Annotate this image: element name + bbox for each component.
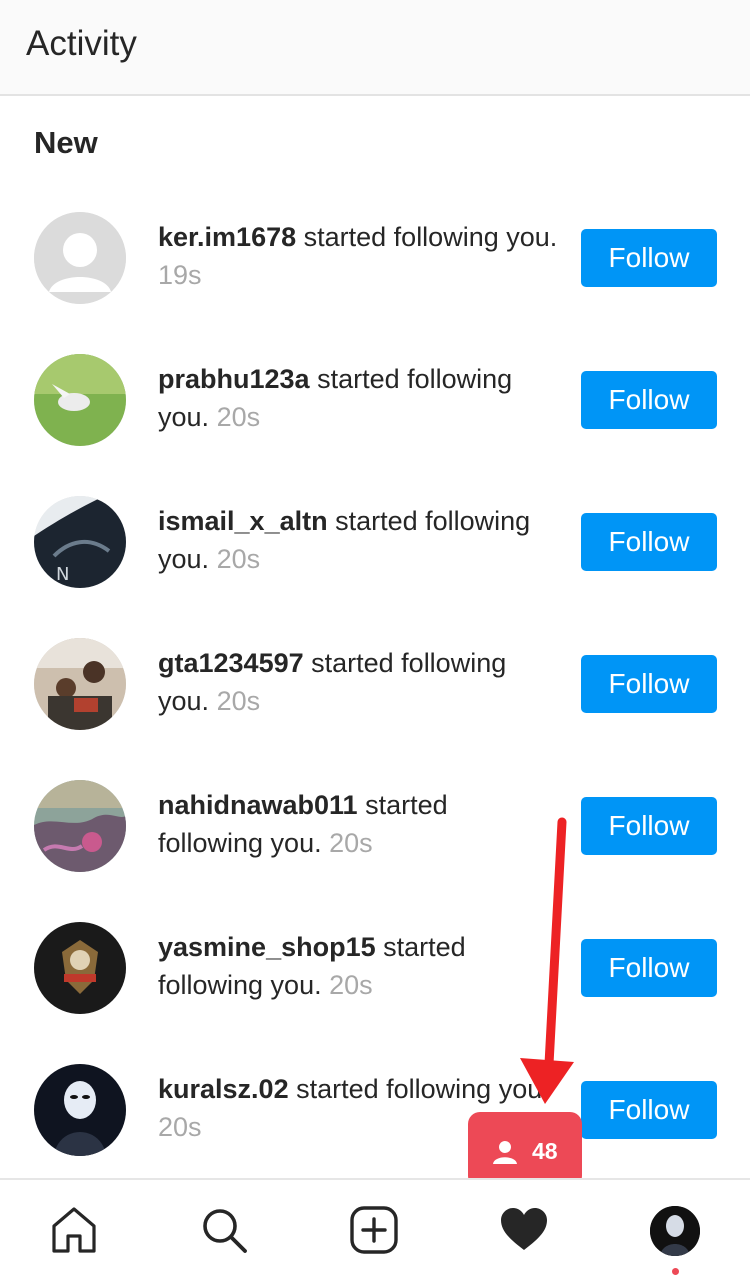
svg-text:N: N <box>56 564 69 585</box>
list-item[interactable]: nahidnawab011 started following you. 20s… <box>0 756 750 898</box>
username[interactable]: kuralsz.02 <box>158 1074 289 1104</box>
username[interactable]: nahidnawab011 <box>158 790 358 820</box>
notification-text: ker.im1678 started following you. 19s <box>158 218 558 294</box>
follow-button[interactable]: Follow <box>581 655 717 713</box>
notification-text: prabhu123a started following you. 20s <box>158 360 558 436</box>
username[interactable]: gta1234597 <box>158 648 304 678</box>
activity-feed: ker.im1678 started following you. 19s Fo… <box>0 188 750 1182</box>
avatar[interactable] <box>34 922 126 1014</box>
notification-text: gta1234597 started following you. 20s <box>158 644 558 720</box>
page-title: Activity <box>26 24 137 63</box>
avatar[interactable]: N <box>34 496 126 588</box>
follow-button[interactable]: Follow <box>581 513 717 571</box>
username[interactable]: ker.im1678 <box>158 222 296 252</box>
timestamp: 20s <box>216 402 261 432</box>
notification-text: ismail_x_altn started following you. 20s <box>158 502 558 578</box>
avatar[interactable] <box>34 212 126 304</box>
avatar[interactable] <box>34 354 126 446</box>
timestamp: 20s <box>329 970 373 1000</box>
person-icon <box>493 1141 517 1164</box>
list-item[interactable]: yasmine_shop15 started following you. 20… <box>0 898 750 1040</box>
notification-action: started following you. <box>288 1074 550 1104</box>
timestamp: 20s <box>329 828 373 858</box>
heart-icon[interactable] <box>498 1204 550 1256</box>
username[interactable]: yasmine_shop15 <box>158 932 376 962</box>
notification-text: nahidnawab011 started following you. 20s <box>158 786 558 862</box>
avatar[interactable] <box>34 1064 126 1156</box>
follow-button[interactable]: Follow <box>581 797 717 855</box>
follow-button[interactable]: Follow <box>581 229 717 287</box>
profile-avatar[interactable] <box>650 1206 700 1256</box>
timestamp: 19s <box>158 260 202 290</box>
timestamp: 20s <box>216 686 261 716</box>
notification-dot <box>672 1268 679 1275</box>
search-icon[interactable] <box>198 1204 250 1256</box>
follow-button[interactable]: Follow <box>581 939 717 997</box>
username[interactable]: prabhu123a <box>158 364 310 394</box>
list-item[interactable]: gta1234597 started following you. 20s Fo… <box>0 614 750 756</box>
follow-button[interactable]: Follow <box>581 1081 717 1139</box>
timestamp: 20s <box>216 544 261 574</box>
profile-icon <box>650 1206 700 1256</box>
notification-text: yasmine_shop15 started following you. 20… <box>158 928 558 1004</box>
notification-action: started following you. <box>296 222 558 252</box>
follow-button[interactable]: Follow <box>581 371 717 429</box>
avatar[interactable] <box>34 780 126 872</box>
list-item[interactable]: ker.im1678 started following you. 19s Fo… <box>0 188 750 330</box>
username[interactable]: ismail_x_altn <box>158 506 328 536</box>
avatar[interactable] <box>34 638 126 730</box>
timestamp: 20s <box>158 1112 202 1142</box>
bottom-nav <box>0 1178 750 1280</box>
header-bar: Activity <box>0 0 750 96</box>
list-item[interactable]: kuralsz.02 started following you. 20s Fo… <box>0 1040 750 1182</box>
list-item[interactable]: N ismail_x_altn started following you. 2… <box>0 472 750 614</box>
new-followers-badge[interactable]: 48 <box>468 1112 582 1188</box>
create-icon[interactable] <box>348 1204 400 1256</box>
home-icon[interactable] <box>48 1204 100 1256</box>
section-title-new: New <box>34 125 98 160</box>
list-item[interactable]: prabhu123a started following you. 20s Fo… <box>0 330 750 472</box>
follower-count: 48 <box>532 1138 558 1164</box>
